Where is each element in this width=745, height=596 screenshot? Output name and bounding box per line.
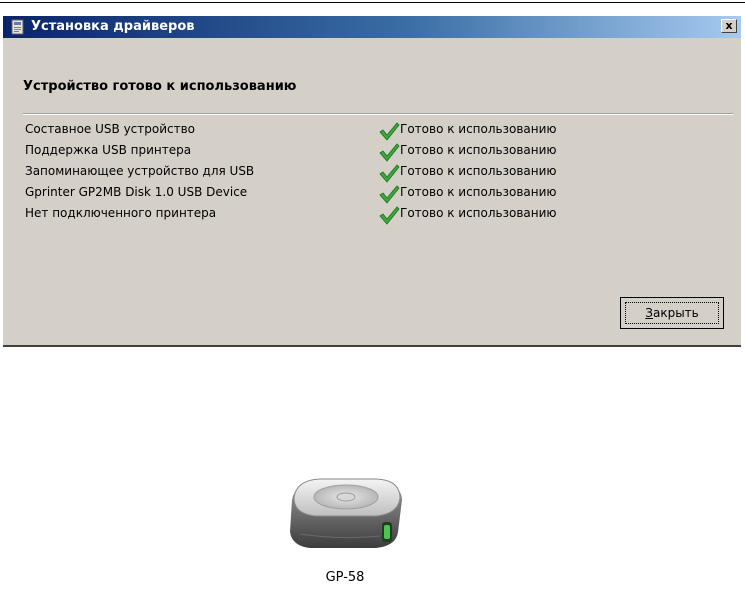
divider (23, 113, 733, 115)
driver-install-dialog: Установка драйверов x Устройство готово … (3, 16, 741, 347)
external-drive-icon[interactable] (280, 470, 410, 558)
driver-setup-icon (10, 19, 26, 35)
green-check-icon (378, 121, 400, 141)
dialog-title: Установка драйверов (31, 19, 195, 34)
device-name: Нет подключенного принтера (25, 206, 217, 220)
device-row: Gprinter GP2MB Disk 1.0 USB Device Готов… (25, 183, 725, 204)
status-text: Готово к использованию (400, 206, 557, 220)
device-name: Gprinter GP2MB Disk 1.0 USB Device (25, 185, 248, 199)
close-button-label: акрыть (652, 306, 699, 320)
green-check-icon (378, 163, 400, 183)
status-text: Готово к использованию (400, 122, 557, 136)
device-name: Запоминающее устройство для USB (25, 164, 255, 178)
status-text: Готово к использованию (400, 164, 557, 178)
device-row: Составное USB устройство Готово к исполь… (25, 120, 725, 141)
status-text: Готово к использованию (400, 143, 557, 157)
titlebar-close-button[interactable]: x (721, 19, 737, 33)
device-row: Поддержка USB принтера Готово к использо… (25, 141, 725, 162)
device-name: Поддержка USB принтера (25, 143, 192, 157)
top-rule (0, 2, 745, 3)
device-row: Запоминающее устройство для USB Готово к… (25, 162, 725, 183)
device-name: Составное USB устройство (25, 122, 196, 136)
green-check-icon (378, 142, 400, 162)
device-row: Нет подключенного принтера Готово к испо… (25, 204, 725, 225)
green-check-icon (378, 184, 400, 204)
status-heading: Устройство готово к использованию (23, 79, 297, 94)
green-check-icon (378, 205, 400, 225)
status-text: Готово к использованию (400, 185, 557, 199)
close-button[interactable]: Закрыть (620, 297, 724, 329)
close-button-focus-rect: Закрыть (625, 302, 719, 324)
close-button-accelerator: З (645, 306, 653, 320)
drive-label[interactable]: GP-58 (280, 570, 410, 585)
device-list: Составное USB устройство Готово к исполь… (25, 120, 725, 225)
title-bar[interactable]: Установка драйверов x (3, 16, 741, 38)
